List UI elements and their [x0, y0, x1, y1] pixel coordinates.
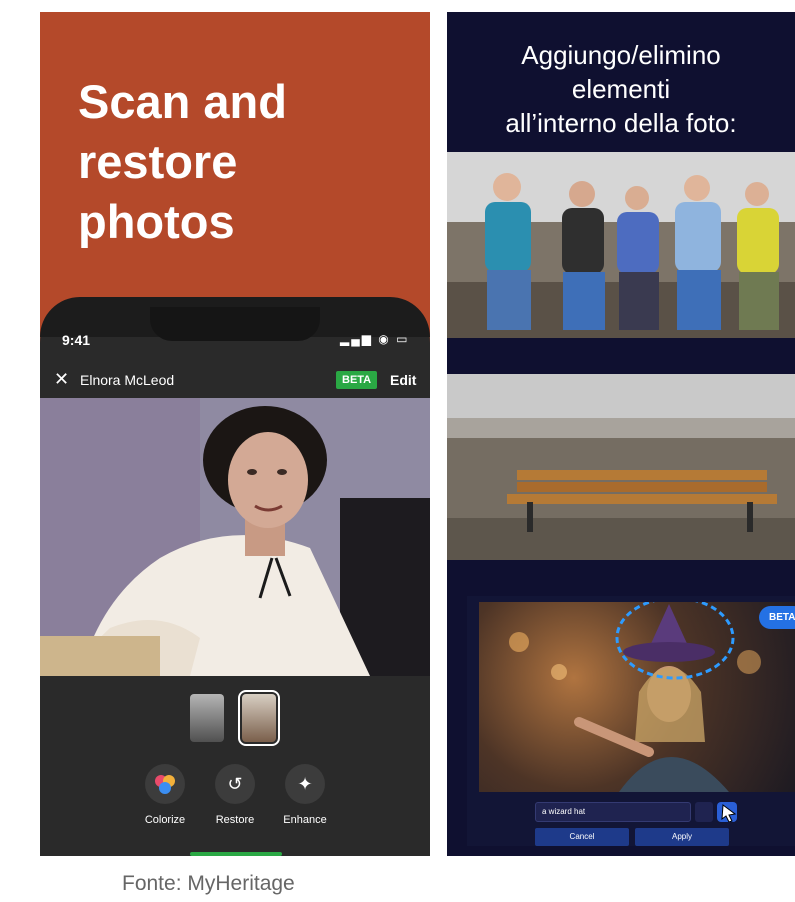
restore-icon: ↺ [215, 764, 255, 804]
restore-tool[interactable]: ↺ Restore [200, 764, 270, 826]
restored-portrait-photo [40, 398, 430, 676]
original-thumbnail[interactable] [190, 694, 224, 742]
status-icons: ▂▄▆ ◉ ▭ [340, 332, 410, 346]
ai-edit-example-panel: Aggiungo/elimino elementi all’interno de… [447, 12, 795, 856]
example-headline: Aggiungo/elimino elementi all’interno de… [505, 40, 737, 138]
group-photo-before [447, 152, 795, 338]
enhance-tool[interactable]: ✦ Enhance [270, 764, 340, 826]
close-icon[interactable]: ✕ [54, 370, 72, 388]
photo-owner-name: Elnora McLeod [80, 372, 175, 388]
edit-button[interactable]: Edit [390, 372, 416, 388]
colorize-icon [145, 764, 185, 804]
enhance-label: Enhance [283, 814, 327, 826]
colorize-tool[interactable]: Colorize [130, 764, 200, 826]
restore-label: Restore [215, 814, 255, 826]
myheritage-promo-panel: Scan and restore photos 9:41 ▂▄▆ ◉ ▭ ✕ E… [40, 12, 430, 856]
colorize-label: Colorize [144, 814, 186, 826]
enhance-icon: ✦ [285, 764, 325, 804]
phone-notch [150, 307, 320, 341]
source-caption: Fonte: MyHeritage [122, 872, 295, 895]
beta-badge: BETA [336, 371, 378, 389]
cursor-icon [721, 804, 737, 822]
prompt-input[interactable]: a wizard hat [535, 802, 691, 822]
restored-thumbnail[interactable] [238, 690, 280, 746]
witch-hat-result-image [479, 602, 795, 792]
cancel-button[interactable]: Cancel [535, 828, 629, 846]
home-indicator [190, 852, 282, 856]
promo-headline: Scan and restore photos [78, 75, 287, 248]
bench-photo-after [447, 374, 795, 560]
generative-edit-card: BETA a wizard hat Cancel Apply [467, 596, 795, 846]
status-time: 9:41 [62, 332, 91, 348]
beta-pill: BETA [759, 606, 795, 629]
prompt-clear-button[interactable] [695, 802, 713, 822]
apply-button[interactable]: Apply [635, 828, 729, 846]
photo-nav-bar: ✕ Elnora McLeod BETA Edit [40, 364, 430, 398]
